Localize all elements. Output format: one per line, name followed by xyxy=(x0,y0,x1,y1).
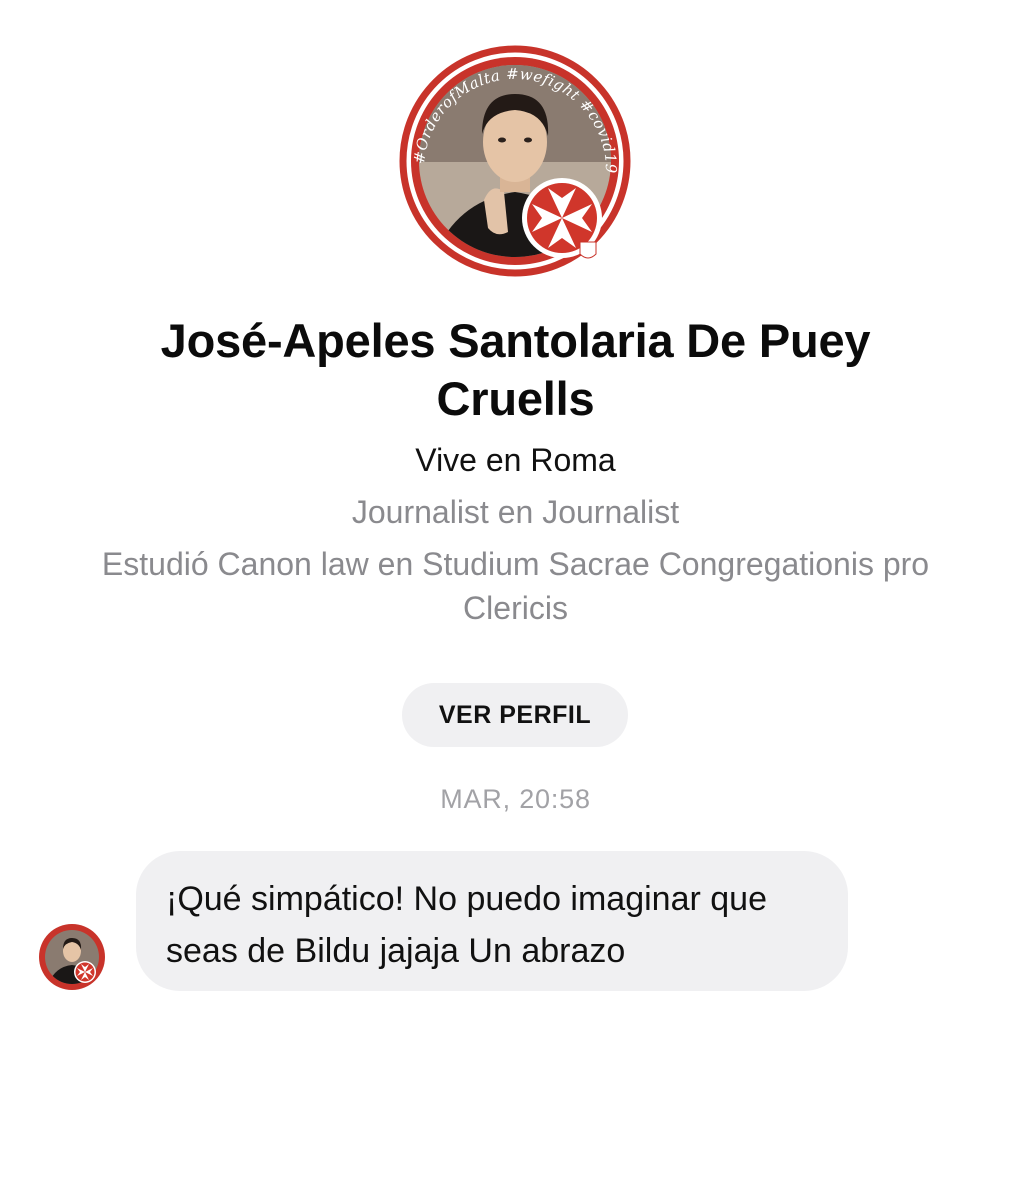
message-text: ¡Qué simpático! No puedo imaginar que se… xyxy=(166,880,767,970)
sender-avatar[interactable] xyxy=(38,923,106,991)
profile-name: José-Apeles Santolaria De Puey Cruells xyxy=(160,314,871,425)
sender-avatar-icon xyxy=(39,924,105,990)
message-timestamp: MAR, 20:58 xyxy=(440,784,591,814)
view-profile-button[interactable]: VER PERFIL xyxy=(402,683,628,747)
profile-work: Journalist en Journalist xyxy=(351,494,680,530)
profile-photo-icon: #OrderofMalta #wefight #covid19 xyxy=(399,45,631,277)
profile-location: Vive en Roma xyxy=(415,442,616,478)
messenger-conversation-view: #OrderofMalta #wefight #covid19 José-Ape… xyxy=(0,0,1031,1200)
profile-avatar[interactable]: #OrderofMalta #wefight #covid19 xyxy=(396,42,634,280)
profile-education: Estudió Canon law en Studium Sacrae Cong… xyxy=(101,546,930,626)
message-bubble[interactable]: ¡Qué simpático! No puedo imaginar que se… xyxy=(136,851,848,991)
profile-header: José-Apeles Santolaria De Puey Cruells V… xyxy=(0,312,1031,630)
